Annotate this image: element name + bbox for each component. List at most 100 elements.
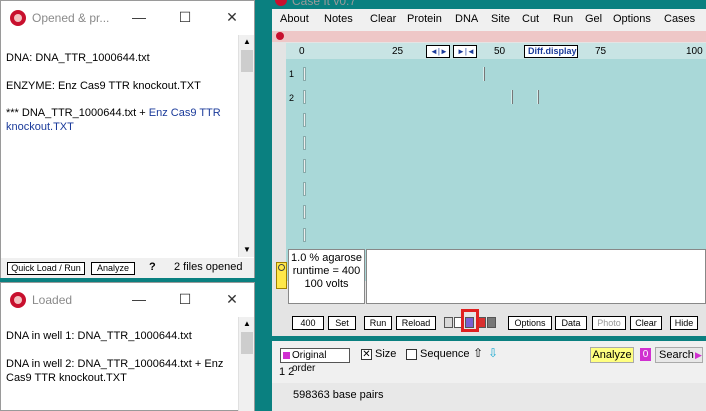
data-button[interactable]: Data <box>555 316 587 330</box>
original-order-button[interactable]: Original order <box>280 348 350 374</box>
expand-ruler-button[interactable]: ◄|► <box>426 45 450 58</box>
loaded-close-icon[interactable]: ✕ <box>221 289 243 309</box>
menu-site[interactable]: Site <box>491 13 510 25</box>
well-3 <box>303 113 306 127</box>
opened-window: Opened & pr... — ☐ ✕ DNA: DNA_TTR_100064… <box>0 0 255 278</box>
options-button[interactable]: Options <box>508 316 552 330</box>
loaded-minimize-icon[interactable]: — <box>128 289 150 309</box>
color-swatch-light[interactable] <box>444 317 453 328</box>
volts-label: 100 volts <box>304 278 349 290</box>
opened-dna-line: DNA: DNA_TTR_1000644.txt <box>6 52 150 64</box>
loaded-scroll-thumb[interactable] <box>241 332 253 354</box>
well-1 <box>303 67 306 81</box>
maximize-icon[interactable]: ☐ <box>174 7 196 27</box>
loaded-window-title: Loaded <box>32 293 73 307</box>
original-order-swatch <box>283 352 290 359</box>
well-6 <box>303 182 306 196</box>
key-icon[interactable] <box>276 262 287 289</box>
clear-button[interactable]: Clear <box>630 316 662 330</box>
close-icon[interactable]: ✕ <box>221 7 243 27</box>
reload-button[interactable]: Reload <box>396 316 436 330</box>
contract-ruler-button[interactable]: ►|◄ <box>453 45 477 58</box>
menu-dna[interactable]: DNA <box>455 13 478 25</box>
color-swatch-gray[interactable] <box>487 317 496 328</box>
diff-display-button[interactable]: Diff.display <box>524 45 578 58</box>
menu-protein[interactable]: Protein <box>407 13 442 25</box>
hide-button[interactable]: Hide <box>670 316 698 330</box>
size-checkbox[interactable]: ✕ <box>361 349 372 360</box>
opened-window-title: Opened & pr... <box>32 11 110 25</box>
menu-gel[interactable]: Gel <box>585 13 602 25</box>
minimize-icon[interactable]: — <box>128 7 150 27</box>
opened-window-titlebar: Opened & pr... — ☐ ✕ <box>1 1 254 35</box>
menu-cut[interactable]: Cut <box>522 13 539 25</box>
well-8 <box>303 228 306 242</box>
sequence-checkbox[interactable] <box>406 349 417 360</box>
loaded-well1-line: DNA in well 1: DNA_TTR_1000644.txt <box>6 330 192 342</box>
loaded-scroll-up-icon[interactable]: ▲ <box>239 317 255 331</box>
analysis-panel: Original order ✕ Size Sequence ⇧ ⇩ Analy… <box>272 341 706 411</box>
gel-logo-icon <box>276 32 284 40</box>
scroll-thumb[interactable] <box>241 50 253 72</box>
gel-run-info: 1.0 % agarose runtime = 400 100 volts <box>288 249 365 304</box>
lane-label-1: 1 <box>289 69 295 79</box>
sequence-label: Sequence <box>420 348 470 360</box>
runtime-value-field[interactable]: 400 <box>292 316 324 330</box>
gel-control-bar: 400 Set Run Reload Options Data Photo Cl… <box>288 309 704 332</box>
ruler-tick-75: 75 <box>595 46 607 57</box>
analyze-files-button[interactable]: Analyze <box>91 262 135 275</box>
loaded-logo-icon <box>10 292 26 308</box>
menu-cases[interactable]: Cases <box>664 13 695 25</box>
menu-run[interactable]: Run <box>553 13 573 25</box>
search-label: Search <box>659 349 694 361</box>
gel-window: 0 25 50 75 100 ◄|► ►|◄ Diff.display 1 2 … <box>272 31 706 336</box>
sort-down-icon[interactable]: ⇩ <box>488 346 498 360</box>
digest-dna-text: *** DNA_TTR_1000644.txt + <box>6 107 149 119</box>
menu-clear[interactable]: Clear <box>370 13 396 25</box>
photo-button[interactable]: Photo <box>592 316 626 330</box>
gel-area: 1 2 <box>286 59 706 281</box>
loaded-window: Loaded — ☐ ✕ DNA in well 1: DNA_TTR_1000… <box>0 282 255 411</box>
agarose-label: 1.0 % agarose <box>291 252 362 264</box>
gel-ruler: 0 25 50 75 100 ◄|► ►|◄ Diff.display <box>286 43 706 59</box>
well-7 <box>303 205 306 219</box>
search-arrow-icon: ▶ <box>695 350 702 360</box>
main-window-logo-icon <box>275 0 287 6</box>
loaded-scrollbar[interactable]: ▲ <box>238 317 254 411</box>
menu-bar: About Notes Clear Protein DNA Site Cut R… <box>272 9 706 31</box>
menu-options[interactable]: Options <box>613 13 651 25</box>
opened-enzyme-line: ENZYME: Enz Cas9 TTR knockout.TXT <box>6 80 201 92</box>
menu-about[interactable]: About <box>280 13 309 25</box>
well-2 <box>303 90 306 104</box>
loaded-maximize-icon[interactable]: ☐ <box>174 289 196 309</box>
band-lane2-b <box>537 90 539 104</box>
set-button[interactable]: Set <box>328 316 356 330</box>
files-opened-count: 2 files opened <box>174 261 243 273</box>
loaded-well2-line: DNA in well 2: DNA_TTR_1000644.txt + Enz… <box>6 358 224 384</box>
base-pairs-label: 598363 base pairs <box>293 389 384 401</box>
opened-scrollbar[interactable]: ▲ ▼ <box>238 35 254 257</box>
runtime-label: runtime = 400 <box>292 265 361 277</box>
search-button[interactable]: Search ▶ <box>655 347 703 363</box>
quick-load-run-button[interactable]: Quick Load / Run <box>7 262 85 275</box>
opened-logo-icon <box>10 10 26 26</box>
ruler-tick-50: 50 <box>494 46 506 57</box>
scroll-down-icon[interactable]: ▼ <box>239 243 255 257</box>
run-button[interactable]: Run <box>364 316 392 330</box>
main-window-title: Case It v0.7 <box>292 0 357 8</box>
well-4 <box>303 136 306 150</box>
scroll-up-icon[interactable]: ▲ <box>239 35 255 49</box>
opened-footer: Quick Load / Run Analyze ? 2 files opene… <box>1 258 254 278</box>
search-count-badge: 0 <box>640 348 651 361</box>
ruler-tick-25: 25 <box>392 46 404 57</box>
original-order-label: Original order <box>292 350 327 374</box>
sort-up-icon[interactable]: ⇧ <box>473 346 483 360</box>
band-lane1 <box>483 67 485 81</box>
gel-notes-area <box>366 249 706 304</box>
help-icon[interactable]: ? <box>149 261 156 273</box>
analyze-button[interactable]: Analyze <box>590 347 634 363</box>
well-5 <box>303 159 306 173</box>
loaded-window-titlebar: Loaded — ☐ ✕ <box>1 283 254 317</box>
menu-notes[interactable]: Notes <box>324 13 353 25</box>
selection-highlight <box>461 309 479 332</box>
